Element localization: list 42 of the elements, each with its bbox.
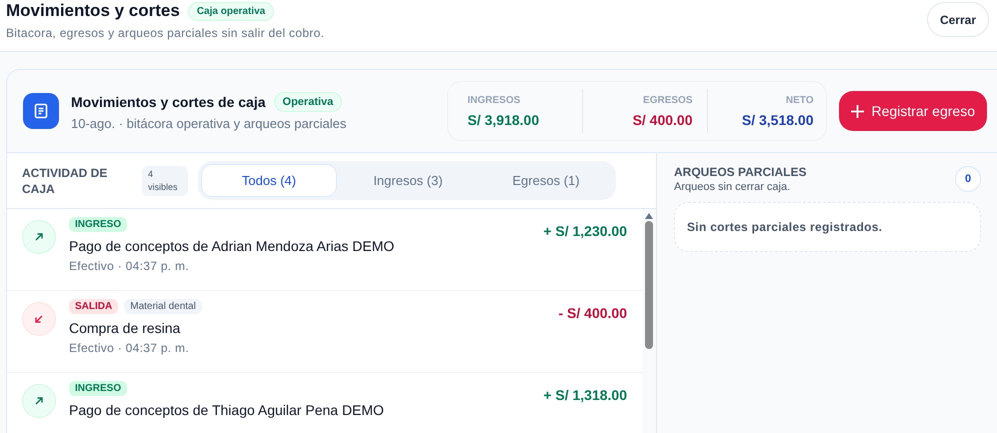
movement-description: Compra de resina xyxy=(69,320,182,336)
count-badge: 0 xyxy=(955,166,981,192)
receipt-icon xyxy=(23,93,59,129)
filter-tab[interactable]: Todos (4) xyxy=(201,164,337,197)
scrollbar-thumb[interactable] xyxy=(645,221,653,349)
stat-value: S/ 3,918.00 xyxy=(468,112,540,128)
type-tag: INGRESO xyxy=(69,217,128,232)
section-subtitle: Arqueos sin cerrar caja. xyxy=(674,181,792,193)
status-badge: Caja operativa xyxy=(188,2,274,20)
stat-value: S/ 400.00 xyxy=(632,112,692,128)
card-title: Movimientos y cortes de caja xyxy=(71,94,266,110)
register-expense-button[interactable]: Registrar egreso xyxy=(838,91,987,131)
plus-icon xyxy=(850,104,864,118)
arrow-up-right-icon xyxy=(22,220,56,254)
type-tag: INGRESO xyxy=(69,381,128,396)
page-title: Movimientos y cortes xyxy=(6,0,180,22)
category-tag: Material dental xyxy=(124,299,202,314)
section-title: ACTIVIDAD DE CAJA xyxy=(22,164,108,196)
filter-tab[interactable]: Egresos (1) xyxy=(479,164,613,197)
page-subtitle: Bitacora, egresos y arqueos parciales sin salir del cobro. xyxy=(6,26,324,40)
count-badge: 4 visibles xyxy=(142,166,188,196)
movement-meta: Efectivo · 04:37 p. m. xyxy=(69,259,190,273)
arrow-down-left-icon xyxy=(22,302,56,336)
movement-description: Pago de conceptos de Thiago Aguilar Pena DEMO xyxy=(69,402,385,418)
card-subtitle: 10-ago. · bitácora operativa y arqueos parciales xyxy=(71,116,348,130)
movement-meta: Efectivo · 04:37 p. m. xyxy=(69,341,190,355)
scroll-up-icon[interactable] xyxy=(645,213,653,219)
empty-state: Sin cortes parciales registrados. xyxy=(674,202,981,252)
arrow-up-right-icon xyxy=(22,384,56,418)
movement-amount: + S/ 1,318.00 xyxy=(543,387,627,403)
type-tag: SALIDA xyxy=(69,299,118,314)
stat-label: EGRESOS xyxy=(642,94,692,106)
section-title: ARQUEOS PARCIALES xyxy=(674,165,806,179)
movement-amount: - S/ 400.00 xyxy=(558,305,627,321)
stat-label: NETO xyxy=(784,94,814,106)
filter-tab[interactable]: Ingresos (3) xyxy=(341,164,475,197)
status-badge: Operativa xyxy=(274,92,342,112)
movement-description: Pago de conceptos de Adrian Mendoza Arias DEMO xyxy=(69,238,396,254)
stat-value: S/ 3,518.00 xyxy=(740,112,814,128)
stat-label: INGRESOS xyxy=(468,94,522,106)
movement-amount: + S/ 1,230.00 xyxy=(543,223,627,239)
close-button[interactable]: Cerrar xyxy=(926,2,989,37)
